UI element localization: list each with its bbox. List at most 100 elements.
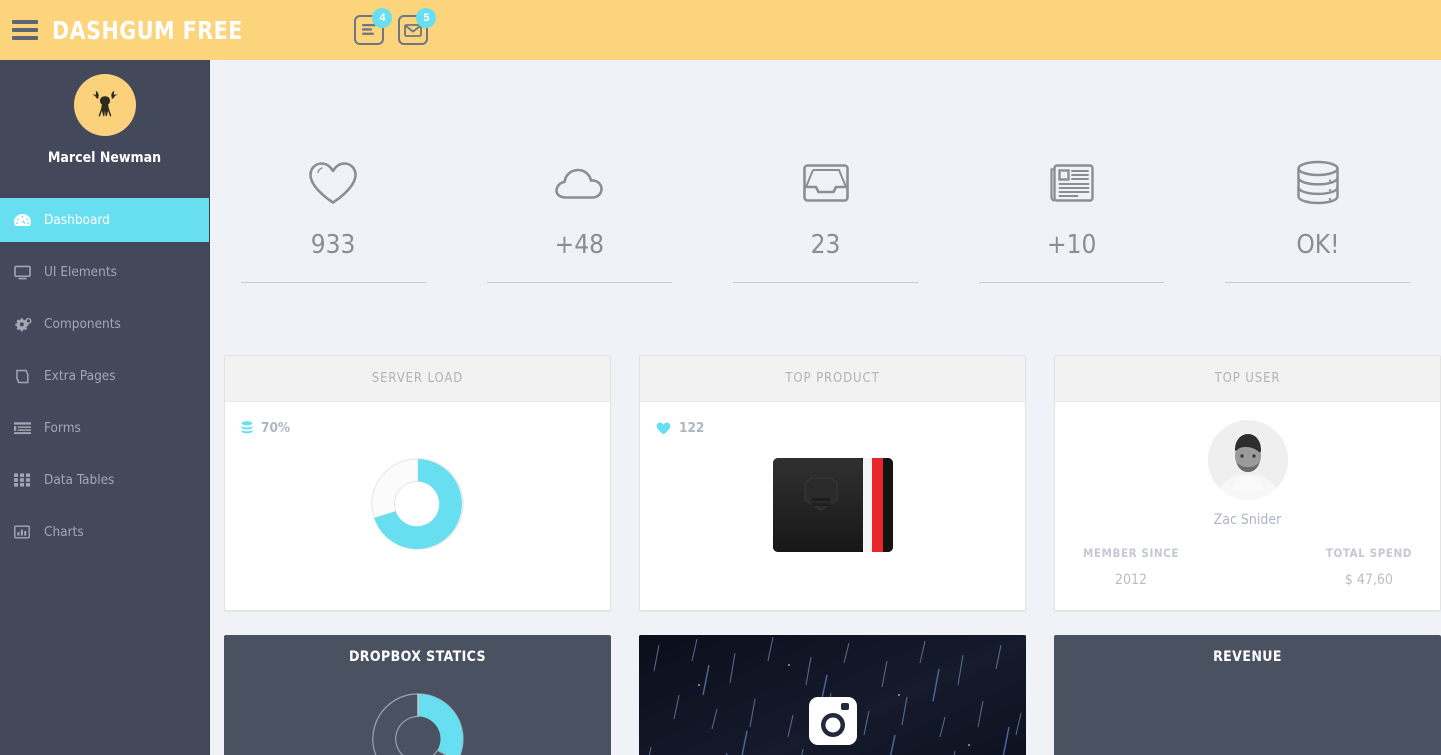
user-avatar — [1207, 420, 1288, 500]
sidebar-item-label: Forms — [44, 420, 81, 436]
sidebar-item-label: Extra Pages — [44, 368, 116, 384]
server-load-percent: 70% — [261, 420, 291, 436]
grid-icon — [14, 473, 36, 487]
dashboard-icon — [14, 213, 36, 227]
top-user-meta: MEMBER SINCE 2012 TOTAL SPEND $ 47,60 — [1055, 528, 1440, 588]
stat-divider — [733, 282, 918, 283]
sidebar-item-ui-elements[interactable]: UI Elements — [0, 250, 209, 294]
book-icon — [14, 369, 36, 384]
server-load-summary: 70% — [241, 420, 290, 436]
stat-value: 933 — [310, 230, 356, 260]
database-icon — [241, 420, 253, 436]
sidebar-item-label: Dashboard — [44, 212, 110, 228]
sidebar-item-label: Components — [44, 316, 121, 332]
brand-title: DASHGUM FREE — [52, 15, 243, 45]
stat-card-inbox[interactable]: 23 — [702, 152, 948, 283]
sidebar-item-charts[interactable]: Charts — [0, 510, 209, 554]
avatar[interactable] — [73, 74, 136, 136]
notifications-button[interactable]: 4 — [354, 8, 393, 45]
stat-value: +10 — [1047, 230, 1097, 260]
top-user-name: Zac Snider — [1213, 512, 1282, 528]
total-spend-value: $ 47,60 — [1344, 572, 1393, 588]
wallet-illustration — [772, 458, 893, 552]
sidebar: Marcel Newman Dashboard UI Elements Comp… — [0, 60, 210, 755]
hamburger-bar — [12, 28, 38, 32]
stat-divider — [979, 282, 1165, 283]
main-content: 933 +48 23 +10 OK! SERVER LOAD 70% TOP P… — [210, 60, 1441, 755]
member-since-block: MEMBER SINCE 2012 — [1083, 546, 1179, 588]
sidebar-item-components[interactable]: Components — [0, 302, 209, 346]
heart-filled-icon — [656, 422, 671, 435]
card-body: Zac Snider MEMBER SINCE 2012 TOTAL SPEND… — [1055, 420, 1440, 610]
card-revenue: REVENUE — [1054, 635, 1441, 755]
stat-value: 23 — [810, 230, 841, 260]
notifications-badge: 4 — [372, 8, 393, 28]
top-product-count: 122 — [679, 420, 705, 436]
inbox-icon — [702, 152, 948, 214]
donut-chart — [371, 693, 464, 755]
sidebar-item-forms[interactable]: Forms — [0, 406, 209, 450]
header-actions: 4 5 — [354, 8, 437, 45]
hamburger-bar — [12, 36, 38, 40]
bar-chart-icon — [14, 525, 36, 539]
card-body: 122 — [640, 402, 1025, 610]
deer-avatar-icon — [92, 90, 117, 117]
sidebar-item-label: Data Tables — [44, 472, 115, 488]
heart-icon — [210, 152, 456, 214]
product-image — [640, 452, 1025, 558]
sidebar-nav: Dashboard UI Elements Components Extra P… — [0, 198, 209, 554]
menu-toggle-icon[interactable] — [12, 20, 38, 40]
member-since-value: 2012 — [1114, 572, 1148, 588]
stat-card-news[interactable]: +10 — [949, 152, 1195, 283]
stat-divider — [240, 282, 426, 283]
card-title: SERVER LOAD — [225, 356, 610, 402]
monitor-icon — [14, 265, 36, 280]
cards-row-secondary: DROPBOX STATICS REVENUE — [210, 611, 1441, 755]
server-load-donut — [225, 444, 610, 564]
cards-row-primary: SERVER LOAD 70% TOP PRODUCT 122 TOP USER… — [210, 283, 1441, 611]
sidebar-item-dashboard[interactable]: Dashboard — [0, 198, 209, 242]
sidebar-profile: Marcel Newman — [0, 60, 209, 166]
sidebar-item-extra-pages[interactable]: Extra Pages — [0, 354, 209, 398]
gears-icon — [14, 317, 36, 332]
stat-card-database[interactable]: OK! — [1195, 152, 1441, 283]
messages-badge: 5 — [416, 8, 437, 28]
card-instagram[interactable] — [639, 635, 1026, 755]
sidebar-item-label: Charts — [44, 524, 84, 540]
top-header: DASHGUM FREE 4 5 — [0, 0, 1441, 60]
card-server-load: SERVER LOAD 70% — [224, 355, 611, 611]
stats-strip: 933 +48 23 +10 OK! — [210, 60, 1441, 283]
cloud-icon — [456, 152, 702, 214]
instagram-icon[interactable] — [805, 693, 861, 754]
messages-button[interactable]: 5 — [398, 8, 437, 45]
top-product-likes: 122 — [656, 420, 704, 436]
card-title: DROPBOX STATICS — [348, 649, 487, 665]
stat-value: OK! — [1296, 230, 1340, 260]
newspaper-icon — [949, 152, 1195, 214]
stat-card-uploads[interactable]: +48 — [456, 152, 702, 283]
stat-divider — [486, 282, 672, 283]
total-spend-label: TOTAL SPEND — [1325, 546, 1412, 560]
total-spend-block: TOTAL SPEND $ 47,60 — [1326, 546, 1412, 588]
card-title: TOP PRODUCT — [640, 356, 1025, 402]
user-photo — [1207, 420, 1288, 500]
database-icon — [1195, 152, 1441, 214]
card-dropbox-statics: DROPBOX STATICS — [224, 635, 611, 755]
sidebar-item-data-tables[interactable]: Data Tables — [0, 458, 209, 502]
dropbox-donut — [358, 679, 478, 755]
stat-card-likes[interactable]: 933 — [210, 152, 456, 283]
form-lines-icon — [14, 421, 36, 435]
card-body: 70% — [225, 402, 610, 610]
card-title: REVENUE — [1213, 649, 1282, 665]
hamburger-bar — [12, 20, 38, 24]
card-top-user: TOP USER Zac Snider MEMBER SINCE 2012 TO… — [1054, 355, 1441, 611]
card-title: TOP USER — [1055, 356, 1440, 402]
sidebar-username: Marcel Newman — [47, 150, 162, 166]
donut-chart — [370, 458, 464, 550]
